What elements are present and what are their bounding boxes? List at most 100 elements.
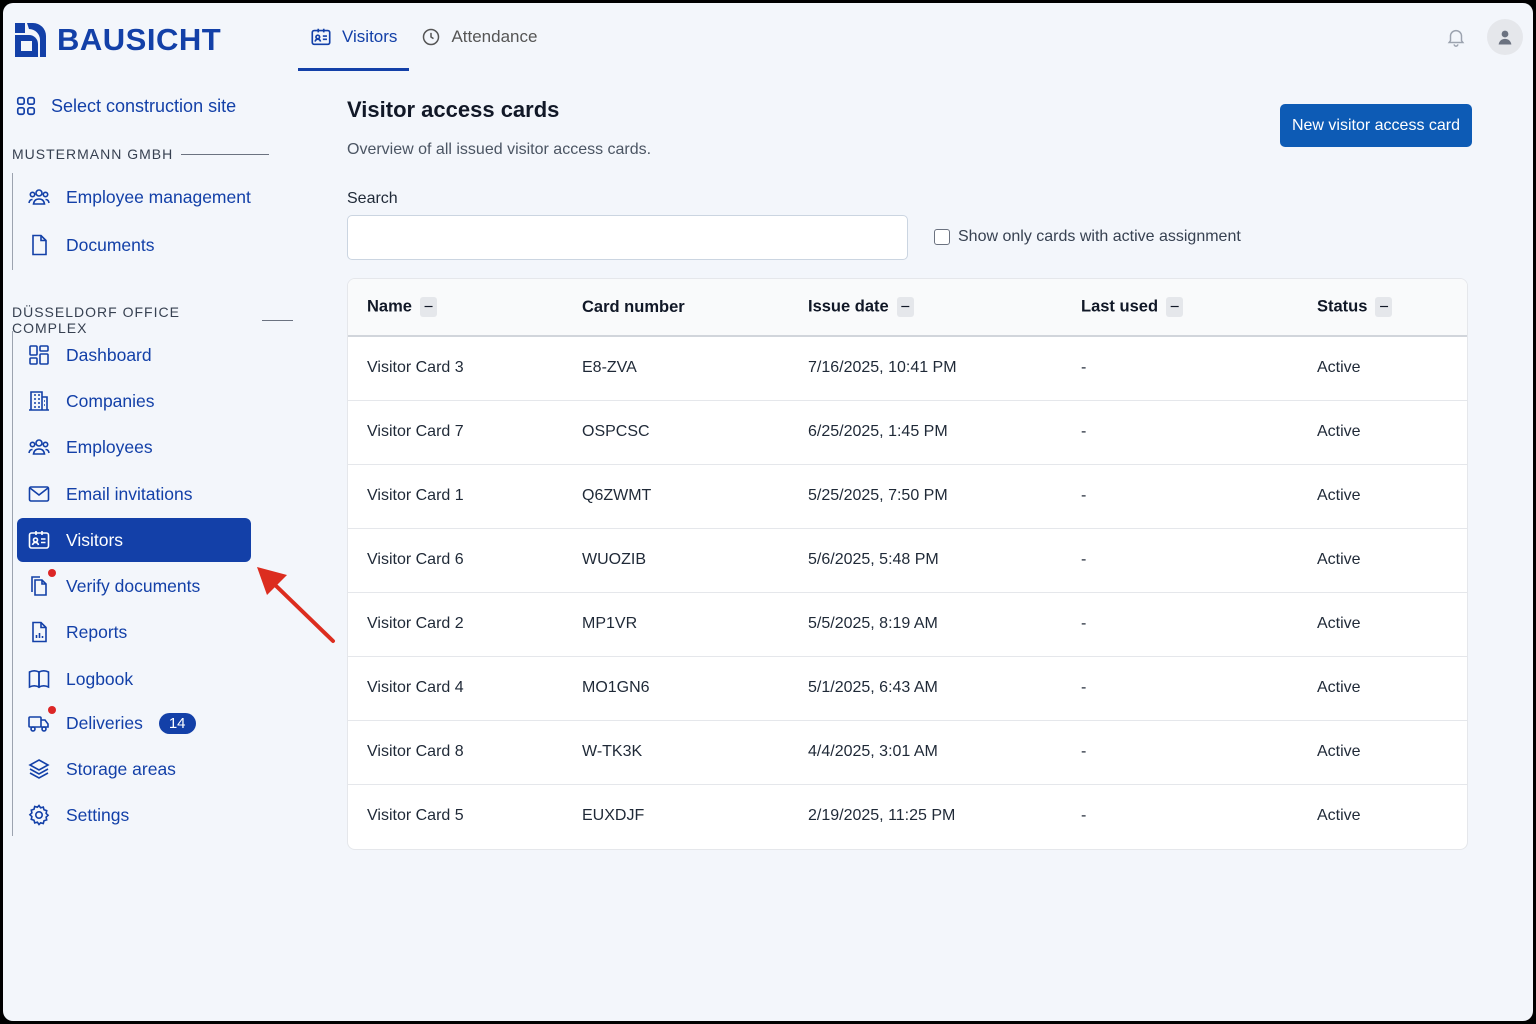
documents-copy-icon bbox=[31, 576, 47, 596]
section-title: DÜSSELDORF OFFICE COMPLEX bbox=[12, 304, 180, 336]
sidebar-item-storage-areas[interactable]: Storage areas bbox=[17, 747, 251, 791]
sidebar-item-label: Verify documents bbox=[66, 575, 201, 596]
table-row[interactable]: Visitor Card 1 Q6ZWMT 5/25/2025, 7:50 PM… bbox=[348, 464, 1467, 528]
cell-status: Active bbox=[1317, 615, 1361, 632]
column-header-last-used[interactable]: Last used − bbox=[1081, 279, 1317, 336]
app-window: BAUSICHT Visitors Attendance Select cons… bbox=[3, 3, 1533, 1021]
tab-attendance[interactable]: Attendance bbox=[409, 3, 549, 71]
tab-label: Visitors bbox=[342, 27, 398, 46]
select-construction-site[interactable]: Select construction site bbox=[15, 95, 236, 117]
page-subtitle: Overview of all issued visitor access ca… bbox=[347, 141, 652, 158]
notification-dot bbox=[48, 706, 56, 714]
header-label: Last used bbox=[1081, 297, 1159, 316]
sidebar-item-employee-management[interactable]: Employee management bbox=[17, 175, 251, 219]
cell-name: Visitor Card 5 bbox=[367, 807, 464, 825]
column-header-name[interactable]: Name − bbox=[348, 279, 582, 336]
document-icon bbox=[32, 234, 47, 256]
dashboard-icon bbox=[29, 345, 49, 365]
id-card-icon bbox=[311, 28, 331, 46]
site-section-header: DÜSSELDORF OFFICE COMPLEX bbox=[12, 304, 293, 336]
active-assignment-filter[interactable]: Show only cards with active assignment bbox=[934, 228, 1241, 246]
cell-card-number: W-TK3K bbox=[582, 743, 643, 760]
cell-last-used: - bbox=[1081, 679, 1087, 696]
notification-dot bbox=[48, 569, 56, 577]
cell-last-used: - bbox=[1081, 359, 1087, 377]
user-avatar[interactable] bbox=[1487, 19, 1523, 55]
group-rail bbox=[12, 331, 13, 836]
sidebar-item-employees[interactable]: Employees bbox=[17, 425, 251, 469]
app-logo[interactable]: BAUSICHT bbox=[13, 21, 221, 59]
header-label: Name bbox=[367, 297, 412, 316]
sidebar-item-label: Employee management bbox=[66, 186, 251, 207]
sidebar-item-label: Reports bbox=[66, 621, 128, 642]
truck-icon bbox=[28, 716, 49, 732]
grid-icon bbox=[16, 96, 36, 116]
cell-issue-date: 7/16/2025, 10:41 PM bbox=[808, 359, 957, 377]
sidebar-item-documents[interactable]: Documents bbox=[17, 223, 251, 267]
top-navigation: Visitors Attendance bbox=[298, 3, 549, 71]
sidebar-item-settings[interactable]: Settings bbox=[17, 793, 251, 837]
bell-icon[interactable] bbox=[1445, 25, 1467, 49]
cell-name: Visitor Card 4 bbox=[367, 679, 464, 696]
cell-issue-date: 6/25/2025, 1:45 PM bbox=[808, 423, 948, 440]
report-icon bbox=[32, 621, 47, 643]
cell-status: Active bbox=[1317, 487, 1361, 504]
users-icon bbox=[28, 439, 50, 455]
sort-toggle-icon[interactable]: − bbox=[419, 297, 437, 317]
group-rail bbox=[12, 173, 13, 270]
sort-toggle-icon[interactable]: − bbox=[1375, 297, 1393, 317]
cell-card-number: EUXDJF bbox=[582, 807, 645, 825]
table-row[interactable]: Visitor Card 8 W-TK3K 4/4/2025, 3:01 AM … bbox=[348, 720, 1467, 784]
users-icon bbox=[28, 189, 50, 205]
cell-last-used: - bbox=[1081, 615, 1087, 632]
sidebar-item-logbook[interactable]: Logbook bbox=[17, 657, 251, 701]
cell-last-used: - bbox=[1081, 807, 1087, 825]
gear-icon bbox=[28, 804, 50, 826]
sidebar-item-reports[interactable]: Reports bbox=[17, 610, 251, 654]
sidebar-item-label: Logbook bbox=[66, 668, 134, 689]
column-header-status[interactable]: Status − bbox=[1317, 279, 1467, 336]
column-header-issue-date[interactable]: Issue date − bbox=[808, 279, 1081, 336]
table-row[interactable]: Visitor Card 2 MP1VR 5/5/2025, 8:19 AM -… bbox=[348, 592, 1467, 656]
cell-card-number: Q6ZWMT bbox=[582, 487, 652, 504]
header-label: Card number bbox=[582, 297, 685, 316]
user-icon bbox=[1498, 30, 1512, 45]
sidebar-item-visitors[interactable]: Visitors bbox=[17, 518, 251, 562]
annotation-arrow bbox=[257, 567, 335, 643]
cell-issue-date: 5/5/2025, 8:19 AM bbox=[808, 615, 938, 632]
tab-visitors[interactable]: Visitors bbox=[298, 3, 410, 71]
sidebar-item-verify-documents[interactable]: Verify documents bbox=[17, 564, 251, 608]
sidebar-item-companies[interactable]: Companies bbox=[17, 379, 251, 423]
cell-status: Active bbox=[1317, 679, 1361, 696]
cell-card-number: MO1GN6 bbox=[582, 679, 650, 696]
sidebar-item-label: Companies bbox=[66, 390, 155, 411]
table-row[interactable]: Visitor Card 5 EUXDJF 2/19/2025, 11:25 P… bbox=[348, 784, 1467, 848]
header-actions bbox=[1445, 19, 1523, 55]
sidebar-item-email-invitations[interactable]: Email invitations bbox=[17, 472, 251, 516]
search-input[interactable] bbox=[347, 215, 908, 260]
cell-status: Active bbox=[1317, 807, 1361, 825]
envelope-icon bbox=[28, 486, 50, 502]
cell-status: Active bbox=[1317, 743, 1361, 760]
cell-issue-date: 4/4/2025, 3:01 AM bbox=[808, 743, 938, 760]
sidebar-item-deliveries[interactable]: Deliveries 14 bbox=[17, 701, 251, 745]
sidebar-item-dashboard[interactable]: Dashboard bbox=[17, 333, 251, 377]
sort-toggle-icon[interactable]: − bbox=[896, 297, 914, 317]
cell-name: Visitor Card 7 bbox=[367, 423, 464, 440]
cell-issue-date: 5/1/2025, 6:43 AM bbox=[808, 679, 938, 696]
table-row[interactable]: Visitor Card 3 E8-ZVA 7/16/2025, 10:41 P… bbox=[348, 336, 1467, 400]
sidebar-item-label: Visitors bbox=[66, 529, 124, 550]
column-header-card-number: Card number bbox=[582, 279, 808, 336]
table-row[interactable]: Visitor Card 6 WUOZIB 5/6/2025, 5:48 PM … bbox=[348, 528, 1467, 592]
sort-toggle-icon[interactable]: − bbox=[1166, 297, 1184, 317]
cell-card-number: WUOZIB bbox=[582, 551, 646, 568]
cell-name: Visitor Card 8 bbox=[367, 743, 464, 760]
building-icon bbox=[29, 391, 49, 411]
select-site-label: Select construction site bbox=[51, 95, 237, 116]
table-row[interactable]: Visitor Card 7 OSPCSC 6/25/2025, 1:45 PM… bbox=[348, 400, 1467, 464]
cell-card-number: OSPCSC bbox=[582, 423, 650, 440]
new-visitor-access-card-button[interactable]: New visitor access card bbox=[1280, 104, 1472, 147]
table-row[interactable]: Visitor Card 4 MO1GN6 5/1/2025, 6:43 AM … bbox=[348, 656, 1467, 720]
active-assignment-checkbox[interactable] bbox=[934, 229, 950, 245]
cell-issue-date: 5/6/2025, 5:48 PM bbox=[808, 551, 939, 568]
